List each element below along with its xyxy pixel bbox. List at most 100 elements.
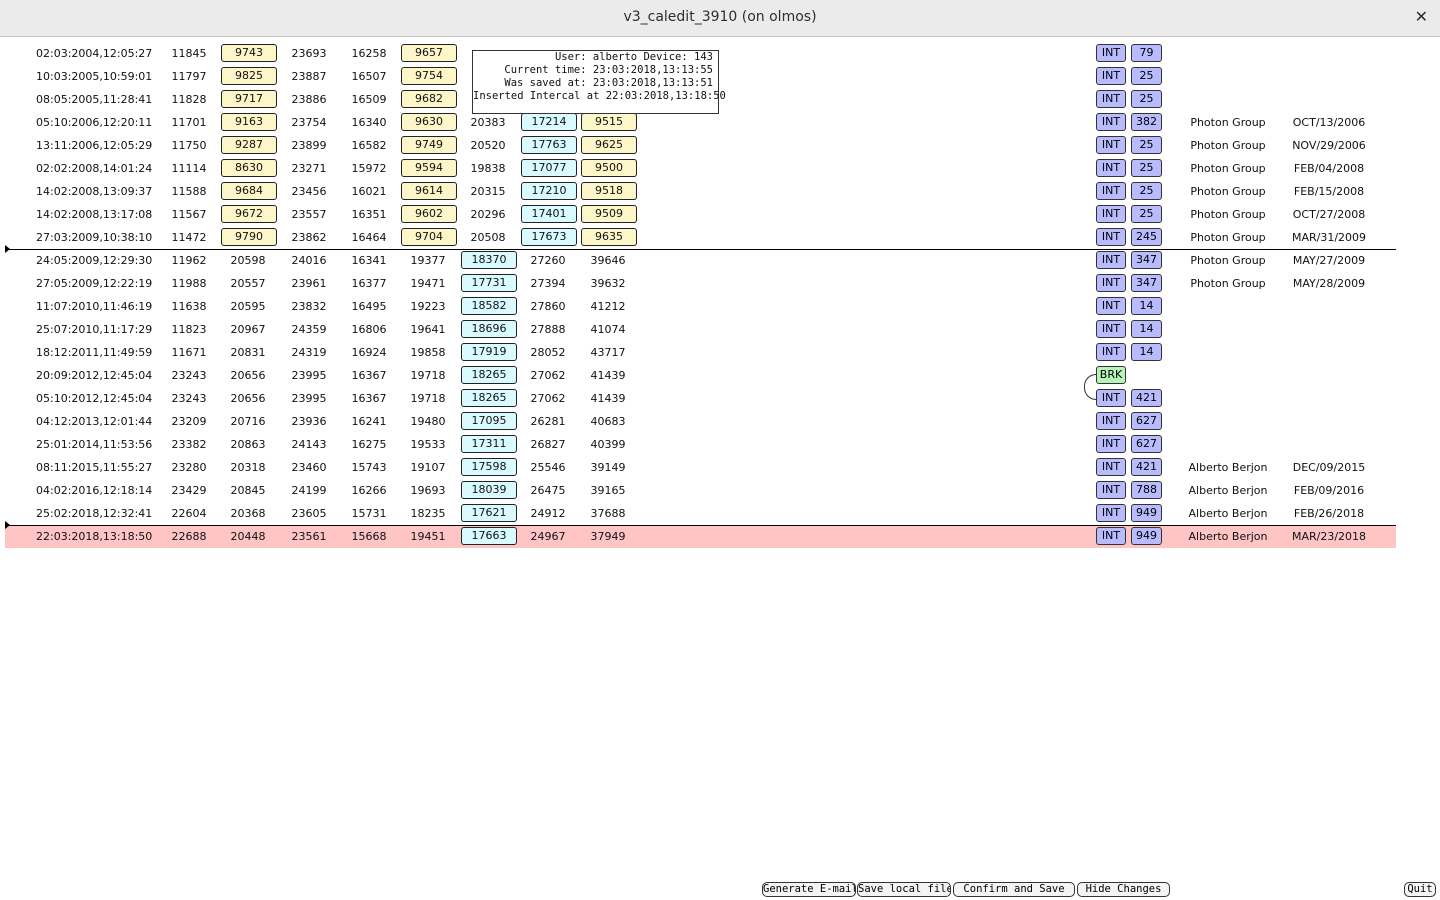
interval-number-tag[interactable]: 25 [1131, 136, 1162, 154]
interval-number-tag[interactable]: 245 [1131, 228, 1162, 246]
int-tag[interactable]: INT [1096, 182, 1126, 200]
table-row[interactable]: 05:10:2006,12:20:11 11701 9163 23754 16340 96… [5, 111, 1396, 134]
row-value-c7[interactable]: 17077 [521, 159, 577, 177]
row-value-c2[interactable]: 9825 [221, 67, 277, 85]
int-tag[interactable]: INT [1096, 412, 1126, 430]
row-value-c7[interactable]: 17763 [521, 136, 577, 154]
row-value-c2[interactable]: 8630 [221, 159, 277, 177]
row-value-c2[interactable]: 9743 [221, 44, 277, 62]
row-value-c5[interactable]: 9602 [401, 205, 457, 223]
row-value-c2[interactable]: 9287 [221, 136, 277, 154]
interval-number-tag[interactable]: 14 [1131, 343, 1162, 361]
row-value-c2[interactable]: 9717 [221, 90, 277, 108]
row-value-c2[interactable]: 9790 [221, 228, 277, 246]
hide-changes-button[interactable]: Hide Changes [1077, 882, 1170, 897]
int-tag[interactable]: INT [1096, 343, 1126, 361]
interval-number-tag[interactable]: 627 [1131, 412, 1162, 430]
row-value-c8[interactable]: 9635 [581, 228, 637, 246]
int-tag[interactable]: INT [1096, 251, 1126, 269]
row-value-c6[interactable]: 17621 [461, 504, 517, 522]
int-tag[interactable]: INT [1096, 481, 1126, 499]
int-tag[interactable]: INT [1096, 159, 1126, 177]
table-row[interactable]: 20:09:2012,12:45:04 23243 20656 23995 16367 1… [5, 364, 1396, 387]
row-value-c5[interactable]: 9614 [401, 182, 457, 200]
row-value-c6[interactable]: 18582 [461, 297, 517, 315]
row-value-c5[interactable]: 9749 [401, 136, 457, 154]
row-value-c7[interactable]: 17210 [521, 182, 577, 200]
row-value-c8[interactable]: 9515 [581, 113, 637, 131]
row-value-c6[interactable]: 18370 [461, 251, 517, 269]
int-tag[interactable]: INT [1096, 297, 1126, 315]
row-value-c2[interactable]: 9684 [221, 182, 277, 200]
interval-number-tag[interactable]: 14 [1131, 320, 1162, 338]
table-row[interactable]: 27:05:2009,12:22:19 11988 20557 23961 16377 1… [5, 272, 1396, 295]
int-tag[interactable]: INT [1096, 435, 1126, 453]
table-row[interactable]: 02:02:2008,14:01:24 11114 8630 23271 15972 95… [5, 157, 1396, 180]
row-value-c2[interactable]: 9163 [221, 113, 277, 131]
table-row[interactable]: 25:01:2014,11:53:56 23382 20863 24143 16275 1… [5, 433, 1396, 456]
row-value-c5[interactable]: 9682 [401, 90, 457, 108]
int-tag[interactable]: INT [1096, 504, 1126, 522]
row-value-c5[interactable]: 9657 [401, 44, 457, 62]
interval-number-tag[interactable]: 421 [1131, 458, 1162, 476]
table-row[interactable]: 04:02:2016,12:18:14 23429 20845 24199 16266 1… [5, 479, 1396, 502]
save-local-file-button[interactable]: Save local file [857, 882, 951, 897]
interval-number-tag[interactable]: 79 [1131, 44, 1162, 62]
row-value-c5[interactable]: 9704 [401, 228, 457, 246]
row-value-c6[interactable]: 17095 [461, 412, 517, 430]
table-row[interactable]: 18:12:2011,11:49:59 11671 20831 24319 16924 1… [5, 341, 1396, 364]
row-value-c7[interactable]: 17214 [521, 113, 577, 131]
interval-number-tag[interactable]: 949 [1131, 504, 1162, 522]
int-tag[interactable]: INT [1096, 274, 1126, 292]
table-row[interactable]: 27:03:2009,10:38:10 11472 9790 23862 16464 97… [5, 226, 1396, 249]
row-value-c7[interactable]: 17401 [521, 205, 577, 223]
interval-number-tag[interactable]: 627 [1131, 435, 1162, 453]
interval-number-tag[interactable]: 25 [1131, 205, 1162, 223]
interval-number-tag[interactable]: 25 [1131, 90, 1162, 108]
int-tag[interactable]: INT [1096, 67, 1126, 85]
int-tag[interactable]: INT [1096, 136, 1126, 154]
table-row[interactable]: 08:11:2015,11:55:27 23280 20318 23460 15743 1… [5, 456, 1396, 479]
row-value-c8[interactable]: 9509 [581, 205, 637, 223]
int-tag[interactable]: INT [1096, 113, 1126, 131]
row-value-c7[interactable]: 17673 [521, 228, 577, 246]
row-value-c8[interactable]: 9518 [581, 182, 637, 200]
table-row[interactable]: 14:02:2008,13:09:37 11588 9684 23456 16021 96… [5, 180, 1396, 203]
interval-number-tag[interactable]: 788 [1131, 481, 1162, 499]
row-value-c6[interactable]: 18039 [461, 481, 517, 499]
interval-number-tag[interactable]: 25 [1131, 159, 1162, 177]
brk-tag[interactable]: BRK [1096, 366, 1126, 384]
int-tag[interactable]: INT [1096, 458, 1126, 476]
int-tag[interactable]: INT [1096, 389, 1126, 407]
table-row[interactable]: 25:02:2018,12:32:41 22604 20368 23605 15731 1… [5, 502, 1396, 525]
interval-number-tag[interactable]: 14 [1131, 297, 1162, 315]
interval-number-tag[interactable]: 25 [1131, 67, 1162, 85]
table-row[interactable]: 04:12:2013,12:01:44 23209 20716 23936 16241 1… [5, 410, 1396, 433]
int-tag[interactable]: INT [1096, 527, 1126, 545]
table-row[interactable]: 22:03:2018,13:18:50 22688 20448 23561 15668 1… [5, 525, 1396, 548]
row-value-c6[interactable]: 17663 [461, 527, 517, 545]
row-value-c8[interactable]: 9500 [581, 159, 637, 177]
table-row[interactable]: 13:11:2006,12:05:29 11750 9287 23899 16582 97… [5, 134, 1396, 157]
row-value-c6[interactable]: 17731 [461, 274, 517, 292]
row-value-c6[interactable]: 17598 [461, 458, 517, 476]
row-value-c6[interactable]: 17311 [461, 435, 517, 453]
quit-button[interactable]: Quit [1404, 882, 1436, 897]
row-value-c6[interactable]: 18265 [461, 366, 517, 384]
table-row[interactable]: 14:02:2008,13:17:08 11567 9672 23557 16351 96… [5, 203, 1396, 226]
confirm-and-save-button[interactable]: Confirm and Save [953, 882, 1075, 897]
row-value-c8[interactable]: 9625 [581, 136, 637, 154]
table-row[interactable]: 24:05:2009,12:29:30 11962 20598 24016 16341 1… [5, 249, 1396, 272]
interval-number-tag[interactable]: 347 [1131, 251, 1162, 269]
generate-email-button[interactable]: Generate E-mail [762, 882, 856, 897]
int-tag[interactable]: INT [1096, 228, 1126, 246]
row-value-c5[interactable]: 9754 [401, 67, 457, 85]
row-value-c6[interactable]: 18265 [461, 389, 517, 407]
row-value-c5[interactable]: 9594 [401, 159, 457, 177]
table-row[interactable]: 11:07:2010,11:46:19 11638 20595 23832 16495 1… [5, 295, 1396, 318]
row-value-c6[interactable]: 18696 [461, 320, 517, 338]
close-icon[interactable]: ✕ [1415, 7, 1428, 26]
interval-number-tag[interactable]: 347 [1131, 274, 1162, 292]
table-row[interactable]: 25:07:2010,11:17:29 11823 20967 24359 16806 1… [5, 318, 1396, 341]
row-value-c2[interactable]: 9672 [221, 205, 277, 223]
